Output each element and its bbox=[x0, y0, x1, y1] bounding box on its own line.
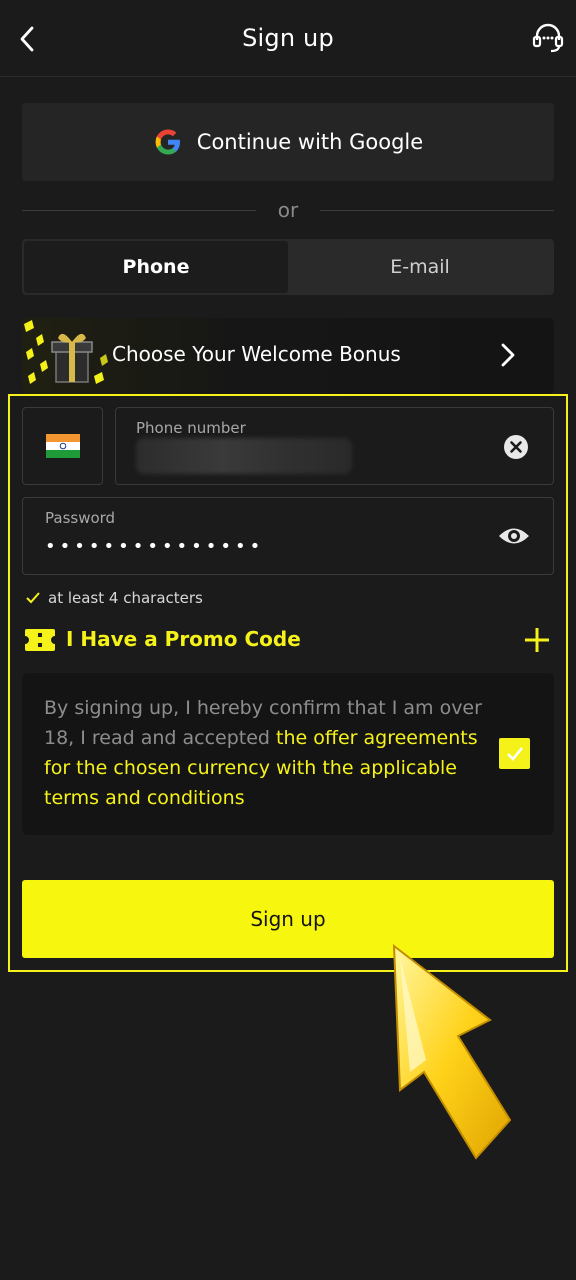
page-title: Sign up bbox=[242, 24, 334, 52]
headset-icon bbox=[532, 23, 564, 53]
country-selector[interactable] bbox=[22, 407, 103, 485]
phone-number-value-redacted bbox=[136, 438, 352, 474]
eye-icon[interactable] bbox=[497, 524, 531, 548]
password-label: Password bbox=[45, 509, 116, 527]
password-hint-text: at least 4 characters bbox=[48, 589, 203, 607]
back-button[interactable] bbox=[12, 22, 42, 56]
promo-code-toggle[interactable]: I Have a Promo Code bbox=[24, 624, 554, 658]
signup-method-tabs: Phone E-mail bbox=[22, 239, 554, 295]
password-field[interactable]: Password ••••••••••••••• bbox=[22, 497, 554, 575]
tab-email[interactable]: E-mail bbox=[288, 241, 552, 293]
divider-line-right bbox=[320, 210, 554, 211]
google-icon bbox=[155, 129, 180, 155]
terms-agreement: By signing up, I hereby confirm that I a… bbox=[22, 673, 554, 835]
ticket-icon bbox=[25, 629, 55, 651]
clear-icon[interactable] bbox=[503, 434, 529, 460]
password-value: ••••••••••••••• bbox=[45, 536, 265, 557]
top-bar: Sign up bbox=[0, 0, 576, 77]
phone-number-field[interactable]: Phone number bbox=[115, 407, 554, 485]
terms-text: By signing up, I hereby confirm that I a… bbox=[44, 693, 484, 813]
india-flag-icon bbox=[45, 434, 80, 458]
password-hint: at least 4 characters bbox=[26, 589, 203, 607]
sign-up-label: Sign up bbox=[250, 907, 326, 931]
support-button[interactable] bbox=[530, 20, 566, 56]
checkmark-icon bbox=[26, 592, 40, 604]
plus-icon[interactable] bbox=[524, 627, 550, 653]
welcome-bonus-banner[interactable]: Choose Your Welcome Bonus bbox=[22, 318, 554, 394]
welcome-bonus-label: Choose Your Welcome Bonus bbox=[112, 342, 401, 366]
phone-number-label: Phone number bbox=[136, 419, 246, 437]
or-divider: or bbox=[22, 196, 554, 226]
terms-checkbox[interactable] bbox=[499, 738, 530, 769]
continue-with-google-label: Continue with Google bbox=[196, 130, 424, 154]
chevron-right-icon bbox=[501, 343, 515, 367]
continue-with-google-button[interactable]: Continue with Google bbox=[22, 103, 554, 181]
chevron-left-icon bbox=[20, 26, 34, 52]
tab-phone[interactable]: Phone bbox=[24, 241, 288, 293]
gift-icon bbox=[24, 320, 108, 384]
pointer-arrow-icon bbox=[392, 943, 512, 1160]
promo-code-label: I Have a Promo Code bbox=[66, 627, 301, 651]
checkmark-icon bbox=[506, 746, 523, 761]
